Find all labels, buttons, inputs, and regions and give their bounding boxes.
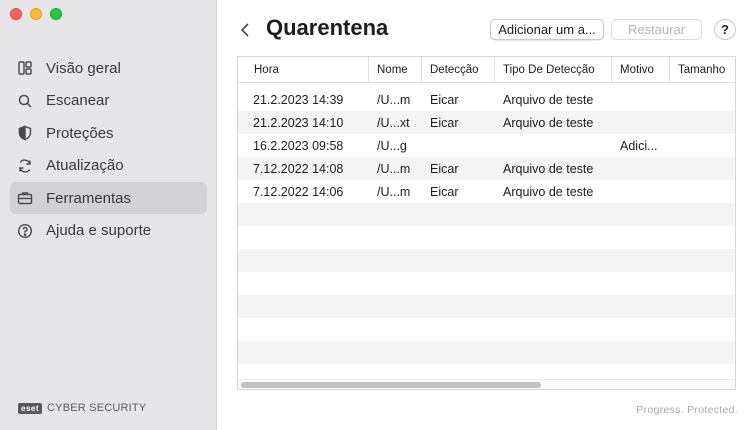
cell-tipo: Arquivo de teste [503, 115, 594, 130]
empty-row [238, 226, 735, 249]
column-header-tipo[interactable]: Tipo De Detecção [495, 57, 612, 83]
cell-deteccao [422, 134, 495, 157]
horizontal-scrollbar[interactable] [238, 379, 735, 389]
cell-hora: 21.2.2023 14:39 [253, 92, 344, 107]
sidebar: Visão geral Escanear Proteções Atualizaç… [0, 0, 217, 430]
quarantine-table: Hora Nome Detecção Tipo De Detecção Moti… [237, 56, 736, 390]
cell-hora: 7.12.2022 14:06 [253, 184, 344, 199]
help-button[interactable]: ? [714, 19, 736, 40]
cell-tamanho [670, 134, 735, 157]
tagline: Progress. Protected. [636, 404, 738, 416]
table-body: 21.2.2023 14:39 /U...m Eicar Arquivo de … [238, 88, 735, 387]
sidebar-item-label: Atualização [46, 157, 124, 174]
cell-tipo: Arquivo de teste [503, 161, 594, 176]
briefcase-icon [16, 189, 34, 207]
table-row[interactable]: 21.2.2023 14:39 /U...m Eicar Arquivo de … [238, 88, 735, 111]
empty-row [238, 318, 735, 341]
scrollbar-thumb[interactable] [241, 382, 541, 388]
cell-deteccao: Eicar [430, 92, 459, 107]
window-controls [10, 8, 62, 20]
cell-nome: /U...g [377, 138, 407, 153]
brand: eset CYBER SECURITY [18, 402, 146, 414]
column-header-tamanho[interactable]: Tamanho [670, 57, 735, 83]
column-header-hora[interactable]: Hora [238, 57, 369, 83]
column-header-motivo[interactable]: Motivo [612, 57, 670, 83]
sidebar-item-escanear[interactable]: Escanear [10, 85, 207, 117]
sidebar-item-label: Ferramentas [46, 189, 132, 207]
cell-tamanho: 6 [670, 88, 735, 111]
cell-nome: /U...m [377, 161, 411, 176]
table-row[interactable]: 7.12.2022 14:08 /U...m Eicar Arquivo de … [238, 157, 735, 180]
add-file-button[interactable]: Adicionar um a... [490, 19, 604, 40]
table-header: Hora Nome Detecção Tipo De Detecção Moti… [238, 57, 735, 83]
cell-motivo: Adici... [620, 138, 658, 153]
zoom-window-button[interactable] [50, 8, 62, 20]
empty-row [238, 249, 735, 272]
column-header-deteccao[interactable]: Detecção [422, 57, 495, 83]
cell-deteccao: Eicar [430, 184, 459, 199]
back-button[interactable] [236, 18, 254, 42]
restore-button[interactable]: Restaurar [611, 19, 702, 40]
sidebar-item-label: Proteções [46, 124, 114, 142]
cell-motivo [612, 157, 670, 180]
minimize-window-button[interactable] [30, 8, 42, 20]
cell-motivo [612, 111, 670, 134]
help-circle-icon [16, 222, 34, 240]
shield-icon [16, 124, 34, 142]
sidebar-item-ajuda[interactable]: Ajuda e suporte [10, 215, 207, 247]
empty-row [238, 341, 735, 364]
table-row[interactable]: 7.12.2022 14:06 /U...m Eicar Arquivo de … [238, 180, 735, 203]
cell-hora: 21.2.2023 14:10 [253, 115, 344, 130]
sidebar-item-label: Visão geral [46, 59, 121, 77]
sidebar-item-atualizacao[interactable]: Atualização [10, 150, 207, 182]
cell-nome: /U...m [377, 184, 411, 199]
table-row[interactable]: 21.2.2023 14:10 /U...xt Eicar Arquivo de… [238, 111, 735, 134]
sidebar-item-visao-geral[interactable]: Visão geral [10, 52, 207, 84]
sidebar-item-ferramentas[interactable]: Ferramentas [10, 182, 207, 214]
table-row[interactable]: 16.2.2023 09:58 /U...g Adici... [238, 134, 735, 157]
cell-tamanho: 6 [670, 157, 735, 180]
cell-tipo: Arquivo de teste [503, 92, 594, 107]
cell-tipo [495, 134, 612, 157]
sidebar-item-label: Escanear [46, 92, 110, 109]
page-title: Quarentena [266, 15, 389, 40]
close-window-button[interactable] [10, 8, 22, 20]
refresh-icon [16, 157, 34, 175]
chevron-left-icon [240, 23, 249, 37]
cell-motivo [612, 88, 670, 111]
cell-nome: /U...xt [377, 115, 410, 130]
dashboard-icon [16, 59, 34, 77]
empty-row [238, 203, 735, 226]
cell-nome: /U...m [377, 92, 411, 107]
product-name: CYBER SECURITY [47, 402, 147, 414]
search-icon [16, 92, 34, 110]
cell-tipo: Arquivo de teste [503, 184, 594, 199]
eset-logo: eset [18, 402, 43, 414]
cell-deteccao: Eicar [430, 115, 459, 130]
cell-hora: 7.12.2022 14:08 [253, 161, 344, 176]
column-header-nome[interactable]: Nome [369, 57, 422, 83]
cell-tamanho: 6 [670, 180, 735, 203]
cell-motivo [612, 180, 670, 203]
cell-deteccao: Eicar [430, 161, 459, 176]
empty-row [238, 272, 735, 295]
cell-hora: 16.2.2023 09:58 [253, 138, 344, 153]
empty-row [238, 295, 735, 318]
cell-tamanho: 6 [670, 111, 735, 134]
sidebar-item-label: Ajuda e suporte [46, 222, 152, 239]
sidebar-item-protecoes[interactable]: Proteções [10, 117, 207, 149]
sidebar-nav: Visão geral Escanear Proteções Atualizaç… [10, 52, 207, 247]
